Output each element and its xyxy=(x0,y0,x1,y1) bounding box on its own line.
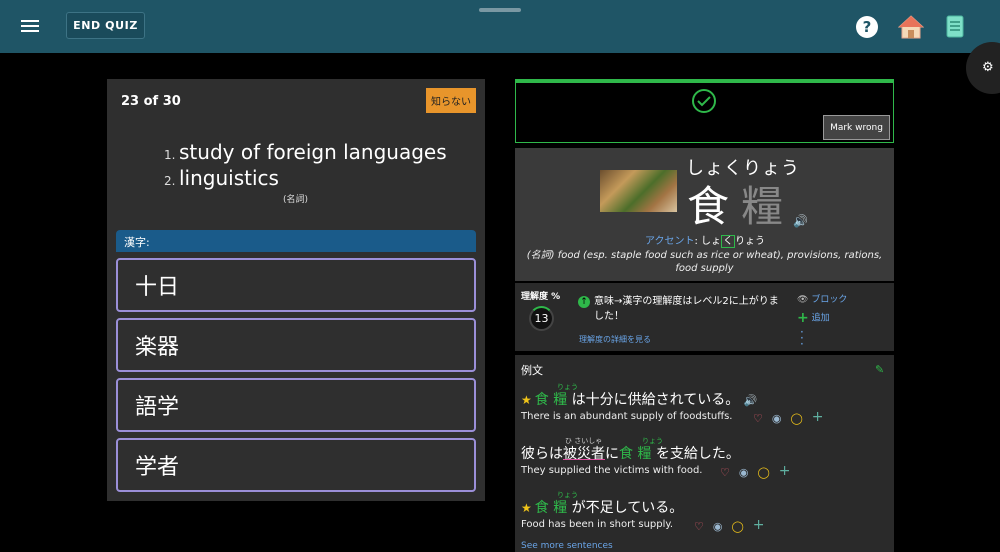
dont-know-button[interactable]: 知らない xyxy=(426,88,476,113)
understanding-message: 意味→漢字の理解度はレベル2に上がりました！ xyxy=(594,296,779,322)
word-card: しょくりょう 食 糧 🔊 アクセント: しょくりょう (名詞) food (es… xyxy=(515,148,894,281)
plus-icon[interactable]: + xyxy=(812,410,824,425)
gear-icon: ⚙ xyxy=(982,60,994,75)
example-sentence: ★ 食 糧 は十分に供給されている。 🔊 xyxy=(521,392,758,408)
block-button[interactable]: 👁 ブロック xyxy=(797,292,847,305)
example-sentence: 彼らは被災者に食 糧 を支給した。 xyxy=(521,446,740,462)
meaning-item: 2. linguistics xyxy=(164,166,279,190)
level-up-icon: ↑ xyxy=(578,296,590,308)
add-button[interactable]: + 追加 xyxy=(797,310,830,326)
plus-icon[interactable]: + xyxy=(779,464,791,479)
see-more-sentences-link[interactable]: See more sentences xyxy=(521,541,613,551)
star-icon: ★ xyxy=(521,393,532,407)
plus-icon: + xyxy=(797,310,809,326)
example-translation: There is an abundant supply of foodstuff… xyxy=(521,411,733,422)
word-kanji-2: 糧 xyxy=(741,182,784,231)
drag-handle[interactable] xyxy=(479,8,521,12)
speaker-icon[interactable]: 🔊 xyxy=(744,394,758,407)
eye-icon[interactable]: ◉ xyxy=(772,412,782,425)
example-translation: They supplied the victims with food. xyxy=(521,465,703,476)
check-icon xyxy=(692,89,716,113)
understanding-details-link[interactable]: 理解度の詳細を見る xyxy=(579,334,651,345)
comment-icon[interactable]: ◯ xyxy=(757,466,769,479)
accent-info: アクセント: しょくりょう xyxy=(645,235,766,248)
food-image xyxy=(600,170,677,212)
star-icon: ★ xyxy=(521,501,532,515)
answer-choice[interactable]: 楽器 xyxy=(116,318,476,372)
understanding-gauge: 13 xyxy=(529,306,554,331)
example-actions: ♡ ◉ ◯ + xyxy=(694,518,765,533)
example-sentence: ★ 食 糧 が不足している。 xyxy=(521,500,684,516)
book-icon[interactable] xyxy=(946,15,964,38)
home-icon[interactable] xyxy=(898,15,924,39)
result-panel: Mark wrong xyxy=(515,79,894,143)
meaning-item: 1. study of foreign languages xyxy=(164,140,447,164)
eye-icon[interactable]: ◉ xyxy=(739,466,749,479)
part-of-speech: (名詞) xyxy=(283,195,309,205)
top-bar: END QUIZ ? xyxy=(0,0,1000,53)
help-icon[interactable]: ? xyxy=(856,16,878,38)
quiz-card: 23 of 30 知らない 1. study of foreign langua… xyxy=(107,79,485,501)
understanding-title: 理解度 % xyxy=(521,292,561,302)
answer-choice[interactable]: 語学 xyxy=(116,378,476,432)
kanji-label: 漢字: xyxy=(116,230,476,252)
mark-wrong-button[interactable]: Mark wrong xyxy=(823,115,890,140)
speaker-icon[interactable]: 🔊 xyxy=(793,214,808,228)
plus-icon[interactable]: + xyxy=(753,518,765,533)
heart-icon[interactable]: ♡ xyxy=(753,412,763,425)
meaning-list: 1. study of foreign languages 2. linguis… xyxy=(164,140,447,192)
heart-icon[interactable]: ♡ xyxy=(720,466,730,479)
example-sentences-card: 例文 ✎ りょう ★ 食 糧 は十分に供給されている。 🔊 There is an… xyxy=(515,355,894,552)
comment-icon[interactable]: ◯ xyxy=(731,520,743,533)
comment-icon[interactable]: ◯ xyxy=(790,412,802,425)
heart-icon[interactable]: ♡ xyxy=(694,520,704,533)
example-actions: ♡ ◉ ◯ + xyxy=(720,464,791,479)
example-actions: ♡ ◉ ◯ + xyxy=(753,410,824,425)
end-quiz-button[interactable]: END QUIZ xyxy=(66,12,145,39)
word-definition: (名詞) food (esp. staple food such as rice… xyxy=(526,250,883,274)
menu-icon[interactable] xyxy=(18,17,42,37)
question-counter: 23 of 30 xyxy=(121,94,181,109)
example-translation: Food has been in short supply. xyxy=(521,519,674,530)
pencil-icon[interactable]: ✎ xyxy=(875,363,884,376)
answer-choice[interactable]: 学者 xyxy=(116,438,476,492)
more-options-icon[interactable]: · · · xyxy=(800,326,804,350)
word-kanji-1: 食 xyxy=(687,182,730,231)
answer-choice[interactable]: 十日 xyxy=(116,258,476,312)
eye-icon: 👁 xyxy=(797,295,809,305)
eye-icon[interactable]: ◉ xyxy=(713,520,723,533)
understanding-card: 理解度 % 13 ↑ 意味→漢字の理解度はレベル2に上がりました！ 理解度の詳細… xyxy=(515,283,894,351)
examples-title: 例文 xyxy=(521,364,543,377)
